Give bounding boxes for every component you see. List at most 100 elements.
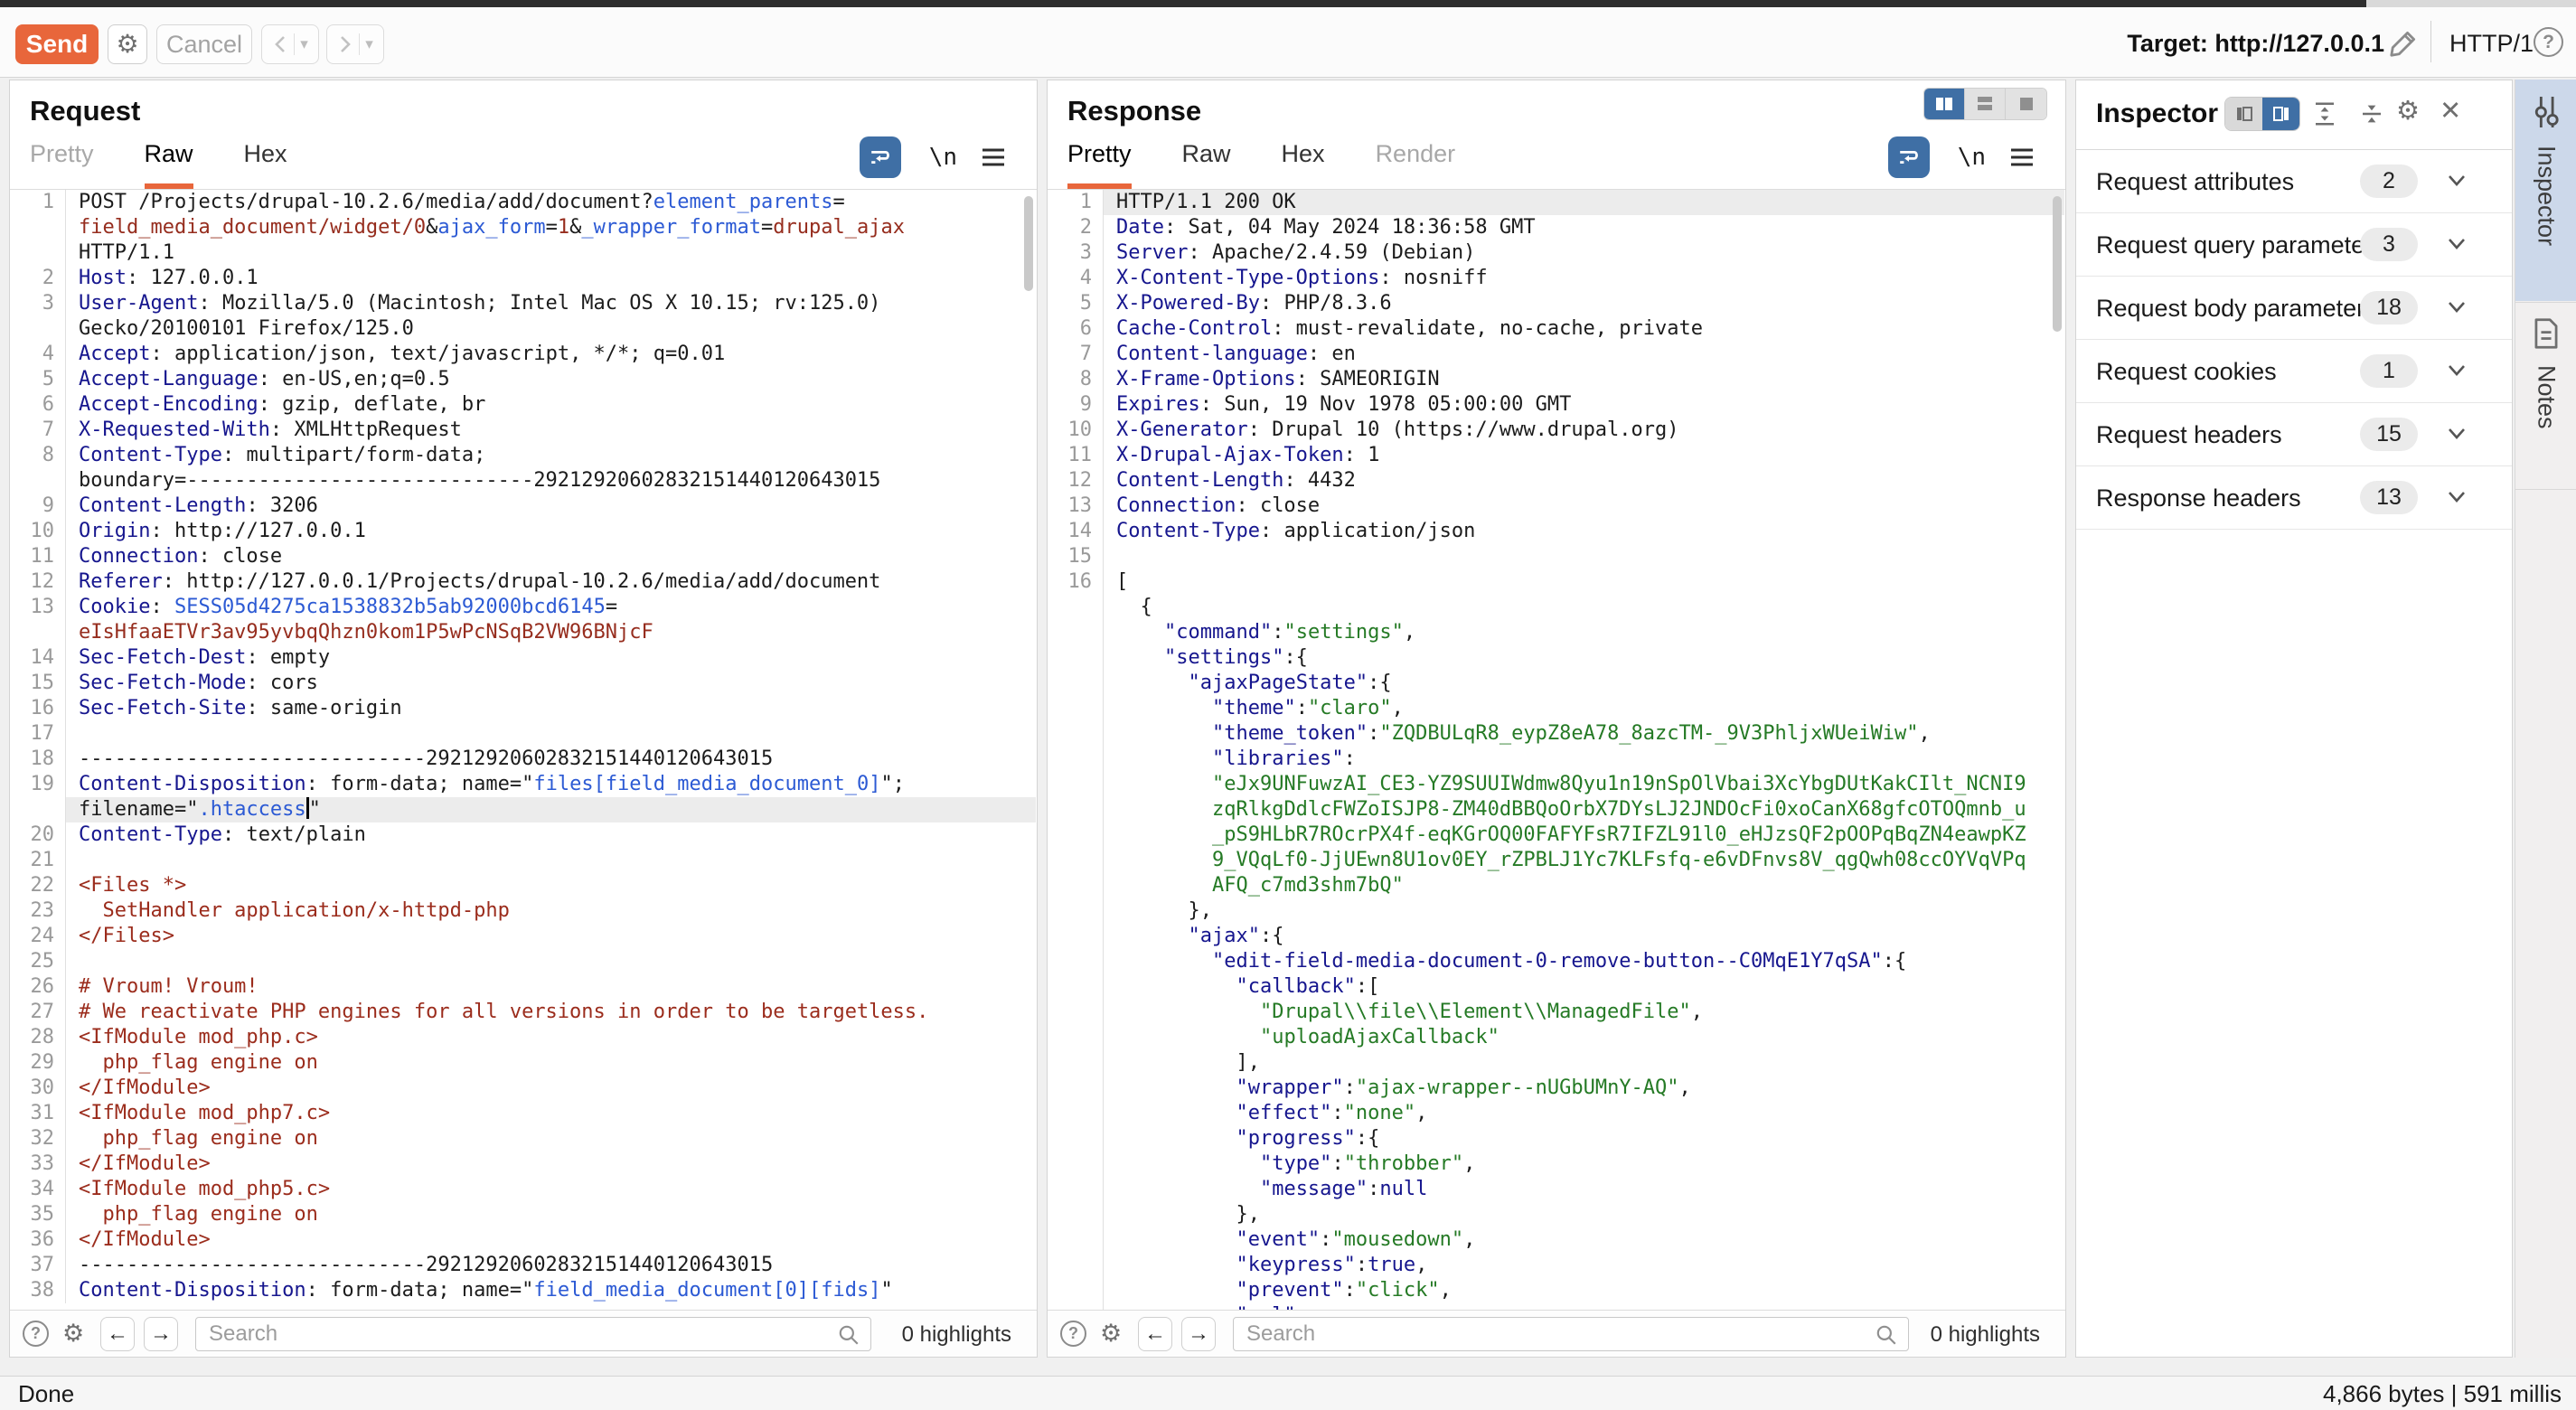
code-row[interactable]: 11X-Drupal-Ajax-Token: 1 [1048, 443, 2064, 468]
code-row[interactable]: 4Accept: application/json, text/javascri… [10, 342, 1036, 367]
code-row[interactable]: 1HTTP/1.1 200 OK [1048, 190, 2064, 215]
code-row[interactable]: 2Date: Sat, 04 May 2024 18:36:58 GMT [1048, 215, 2064, 240]
code-row[interactable]: "edit-field-media-document-0-remove-butt… [1048, 949, 2064, 974]
code-row[interactable]: 28<IfModule mod_php.c> [10, 1025, 1036, 1050]
code-row[interactable]: 9_VQqLf0-JjUEwn8U1ov0EY_rZPBLJ1Yc7KLFsfq… [1048, 848, 2064, 873]
layout-single-button[interactable] [2006, 89, 2046, 119]
chevron-down-icon[interactable] [2445, 235, 2468, 258]
code-row[interactable]: 32 php_flag engine on [10, 1126, 1036, 1152]
code-row[interactable]: 2Host: 127.0.0.1 [10, 266, 1036, 291]
inspector-section-response-headers[interactable]: Response headers13 [2076, 466, 2512, 530]
code-row[interactable]: 33</IfModule> [10, 1152, 1036, 1177]
code-row[interactable]: 1POST /Projects/drupal-10.2.6/media/add/… [10, 190, 1036, 215]
code-row[interactable]: 12Content-Length: 4432 [1048, 468, 2064, 494]
cancel-button[interactable]: Cancel [156, 24, 252, 64]
inspector-section-request-query-parameters[interactable]: Request query parameters3 [2076, 213, 2512, 277]
editor-menu-icon[interactable] [2009, 147, 2035, 172]
code-row[interactable]: "theme":"claro", [1048, 696, 2064, 721]
code-row[interactable]: 14Sec-Fetch-Dest: empty [10, 645, 1036, 671]
word-wrap-toggle[interactable] [1888, 136, 1930, 178]
tab-hex[interactable]: Hex [244, 140, 287, 189]
chevron-down-icon[interactable] [2445, 362, 2468, 384]
code-row[interactable]: }, [1048, 898, 2064, 924]
code-row[interactable]: 12Referer: http://127.0.0.1/Projects/dru… [10, 569, 1036, 595]
code-row[interactable]: 26# Vroum! Vroum! [10, 974, 1036, 1000]
tab-raw[interactable]: Raw [1182, 140, 1231, 189]
inspector-settings-icon[interactable]: ⚙ [2396, 95, 2420, 127]
code-row[interactable]: 38Content-Disposition: form-data; name="… [10, 1278, 1036, 1303]
chevron-down-icon[interactable] [2445, 298, 2468, 321]
request-scrollbar[interactable] [1024, 196, 1033, 291]
tab-raw[interactable]: Raw [145, 140, 193, 189]
code-row[interactable]: 36</IfModule> [10, 1227, 1036, 1253]
code-row[interactable]: 9Content-Length: 3206 [10, 494, 1036, 519]
search-next-button[interactable]: → [1181, 1317, 1216, 1351]
code-row[interactable]: filename=".htaccess" [10, 797, 1036, 822]
code-row[interactable]: 22<Files *> [10, 873, 1036, 898]
code-row[interactable]: 10X-Generator: Drupal 10 (https://www.dr… [1048, 418, 2064, 443]
inspector-close-icon[interactable]: ✕ [2440, 95, 2461, 127]
code-row[interactable]: 15 [1048, 544, 2064, 569]
code-row[interactable]: zqRlkgDdlcFWZoISJP8-ZM40dBBQoOrbX7DYsLJ2… [1048, 797, 2064, 822]
code-row[interactable]: "settings":{ [1048, 645, 2064, 671]
search-input[interactable] [1233, 1317, 1909, 1351]
code-row[interactable]: 16[ [1048, 569, 2064, 595]
search-input[interactable] [195, 1317, 871, 1351]
search-previous-button[interactable]: ← [1138, 1317, 1172, 1351]
code-row[interactable]: 20Content-Type: text/plain [10, 822, 1036, 848]
code-row[interactable]: 17 [10, 721, 1036, 747]
code-row[interactable]: eIsHfaaETVr3av95yvbqQhzn0kom1P5wPcNSqB2V… [10, 620, 1036, 645]
code-row[interactable]: 6Accept-Encoding: gzip, deflate, br [10, 392, 1036, 418]
code-row[interactable]: boundary=-----------------------------29… [10, 468, 1036, 494]
search-help-icon[interactable]: ? [23, 1321, 49, 1347]
side-tab-notes[interactable]: Notes [2515, 302, 2576, 490]
tab-render[interactable]: Render [1376, 140, 1456, 189]
code-row[interactable]: "libraries": [1048, 747, 2064, 772]
code-row[interactable]: "command":"settings", [1048, 620, 2064, 645]
code-row[interactable]: 4X-Content-Type-Options: nosniff [1048, 266, 2064, 291]
code-row[interactable]: 7X-Requested-With: XMLHttpRequest [10, 418, 1036, 443]
code-row[interactable]: 37-----------------------------292129206… [10, 1253, 1036, 1278]
code-row[interactable]: "event":"mousedown", [1048, 1227, 2064, 1253]
search-settings-icon[interactable]: ⚙ [1100, 1320, 1122, 1348]
inspector-dock-left-button[interactable] [2225, 98, 2262, 130]
code-row[interactable]: 10Origin: http://127.0.0.1 [10, 519, 1036, 544]
search-help-icon[interactable]: ? [1060, 1321, 1086, 1347]
inspector-section-request-cookies[interactable]: Request cookies1 [2076, 340, 2512, 403]
code-row[interactable]: 11Connection: close [10, 544, 1036, 569]
code-row[interactable]: 13Cookie: SESS05d4275ca1538832b5ab92000b… [10, 595, 1036, 620]
code-row[interactable]: 25 [10, 949, 1036, 974]
code-row[interactable]: "wrapper":"ajax-wrapper--nUGbUMnY-AQ", [1048, 1076, 2064, 1101]
code-row[interactable]: "ajax":{ [1048, 924, 2064, 949]
expand-all-icon[interactable] [2311, 100, 2338, 132]
chevron-down-icon[interactable] [2445, 488, 2468, 511]
response-editor[interactable]: 1HTTP/1.1 200 OK2Date: Sat, 04 May 2024 … [1048, 190, 2064, 1310]
code-row[interactable]: { [1048, 595, 2064, 620]
code-row[interactable]: Gecko/20100101 Firefox/125.0 [10, 316, 1036, 342]
code-row[interactable]: 34<IfModule mod_php5.c> [10, 1177, 1036, 1202]
code-row[interactable]: 21 [10, 848, 1036, 873]
code-row[interactable]: 19Content-Disposition: form-data; name="… [10, 772, 1036, 797]
code-row[interactable]: 35 php_flag engine on [10, 1202, 1036, 1227]
code-row[interactable]: 24</Files> [10, 924, 1036, 949]
code-row[interactable]: 8X-Frame-Options: SAMEORIGIN [1048, 367, 2064, 392]
code-row[interactable]: 8Content-Type: multipart/form-data; [10, 443, 1036, 468]
word-wrap-toggle[interactable] [860, 136, 901, 178]
code-row[interactable]: 30</IfModule> [10, 1076, 1036, 1101]
code-row[interactable]: AFQ_c7md3shm7bQ" [1048, 873, 2064, 898]
code-row[interactable]: "theme_token":"ZQDBULqR8_eypZ8eA78_8azcT… [1048, 721, 2064, 747]
inspector-section-request-body-parameters[interactable]: Request body parameters18 [2076, 277, 2512, 340]
send-options-button[interactable]: ⚙ [108, 24, 147, 64]
code-row[interactable]: HTTP/1.1 [10, 240, 1036, 266]
response-scrollbar[interactable] [2053, 196, 2062, 332]
collapse-all-icon[interactable] [2358, 100, 2385, 132]
layout-columns-button[interactable] [1924, 89, 1965, 119]
tab-pretty[interactable]: Pretty [1067, 140, 1132, 189]
code-row[interactable]: "type":"throbber", [1048, 1152, 2064, 1177]
http-version-help-icon[interactable]: ? [2534, 27, 2563, 57]
search-settings-icon[interactable]: ⚙ [62, 1320, 84, 1348]
chevron-down-icon[interactable] [2445, 172, 2468, 194]
code-row[interactable]: "uploadAjaxCallback" [1048, 1025, 2064, 1050]
previous-request-button[interactable]: ▾ [261, 24, 319, 64]
code-row[interactable]: "keypress":true, [1048, 1253, 2064, 1278]
